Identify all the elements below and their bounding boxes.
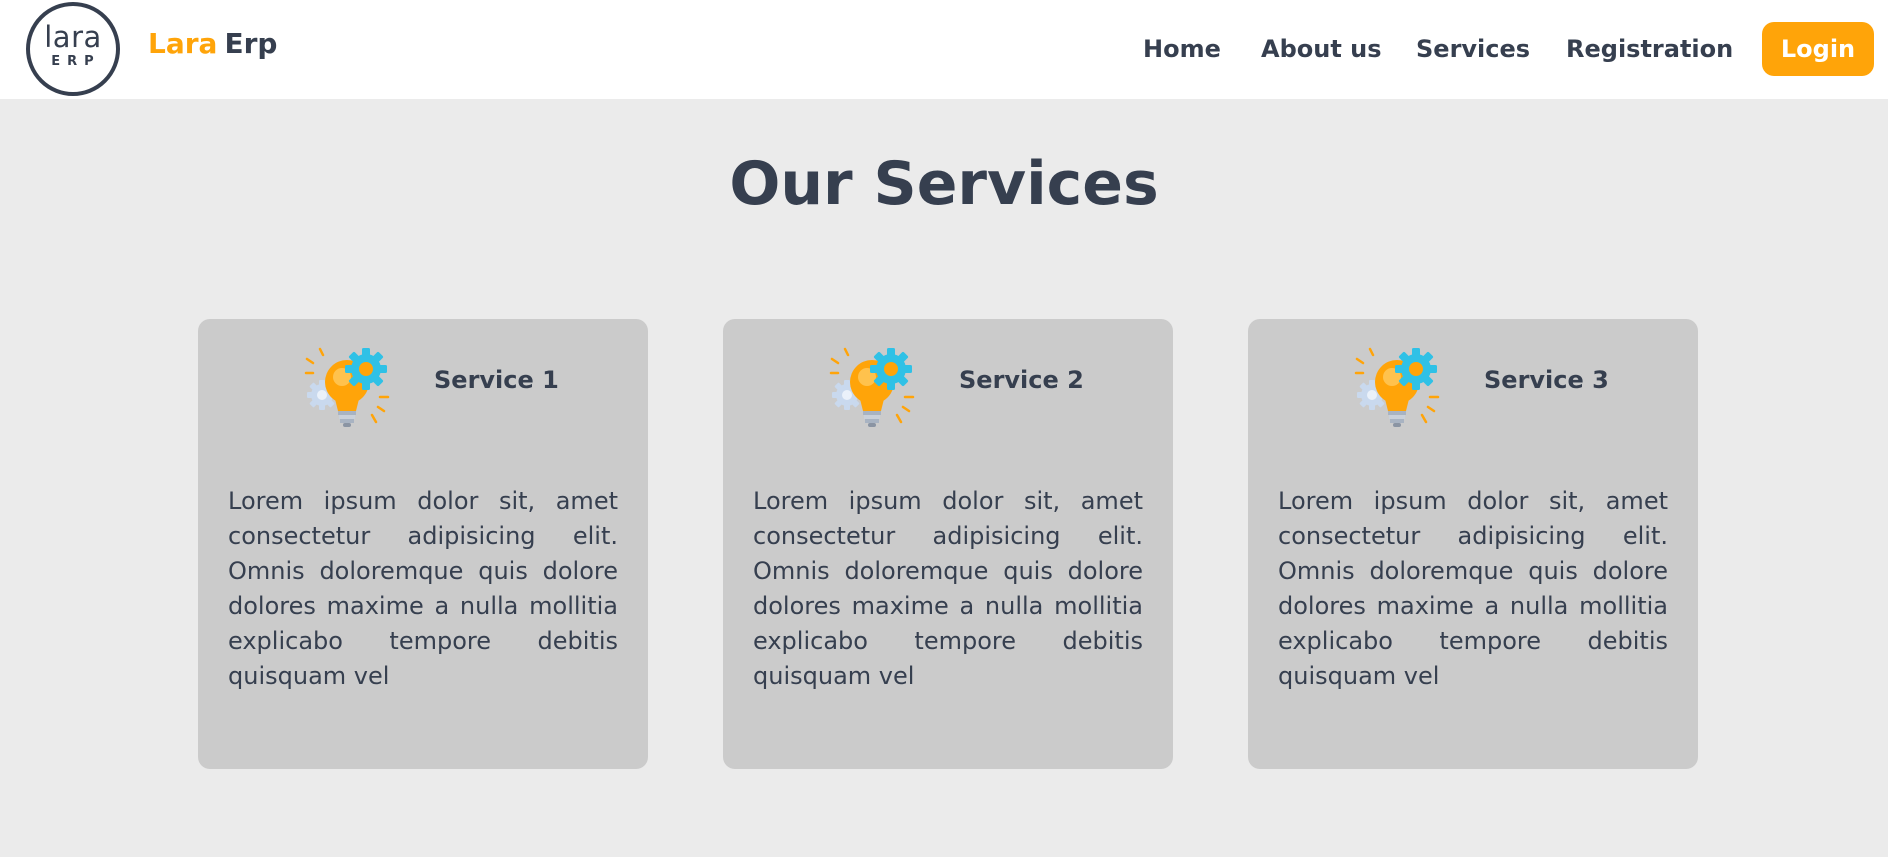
nav-about-link[interactable]: About us [1261,34,1382,64]
lightbulb-gear-icon [1352,343,1444,435]
service-description: Lorem ipsum dolor sit, amet consectetur … [1278,487,1668,690]
service-card: Service 3 Lorem ipsum dolor sit, amet co… [1248,319,1698,769]
nav-services-link[interactable]: Services [1416,34,1530,64]
navbar: lara ERP Lara Erp Home About us Services … [0,0,1888,99]
service-title: Service 3 [1484,366,1609,394]
nav-home-link[interactable]: Home [1143,34,1221,64]
service-description: Lorem ipsum dolor sit, amet consectetur … [228,487,618,690]
service-title: Service 1 [434,366,559,394]
brand-name[interactable]: Lara Erp [148,26,277,62]
brand-logo[interactable]: lara ERP [26,2,120,96]
service-card: Service 2 Lorem ipsum dolor sit, amet co… [723,319,1173,769]
brand-name-part1: Lara [148,27,218,60]
service-description: Lorem ipsum dolor sit, amet consectetur … [753,487,1143,690]
brand-name-part2: Erp [224,27,278,60]
lightbulb-gear-icon [302,343,394,435]
nav-registration-link[interactable]: Registration [1566,34,1733,64]
service-card: Service 1 Lorem ipsum dolor sit, amet co… [198,319,648,769]
logo-word: lara [44,20,102,54]
service-title: Service 2 [959,366,1084,394]
section-title: Our Services [729,149,1159,219]
login-button[interactable]: Login [1762,22,1874,76]
logo-sub: ERP [51,54,101,69]
lightbulb-gear-icon [827,343,919,435]
